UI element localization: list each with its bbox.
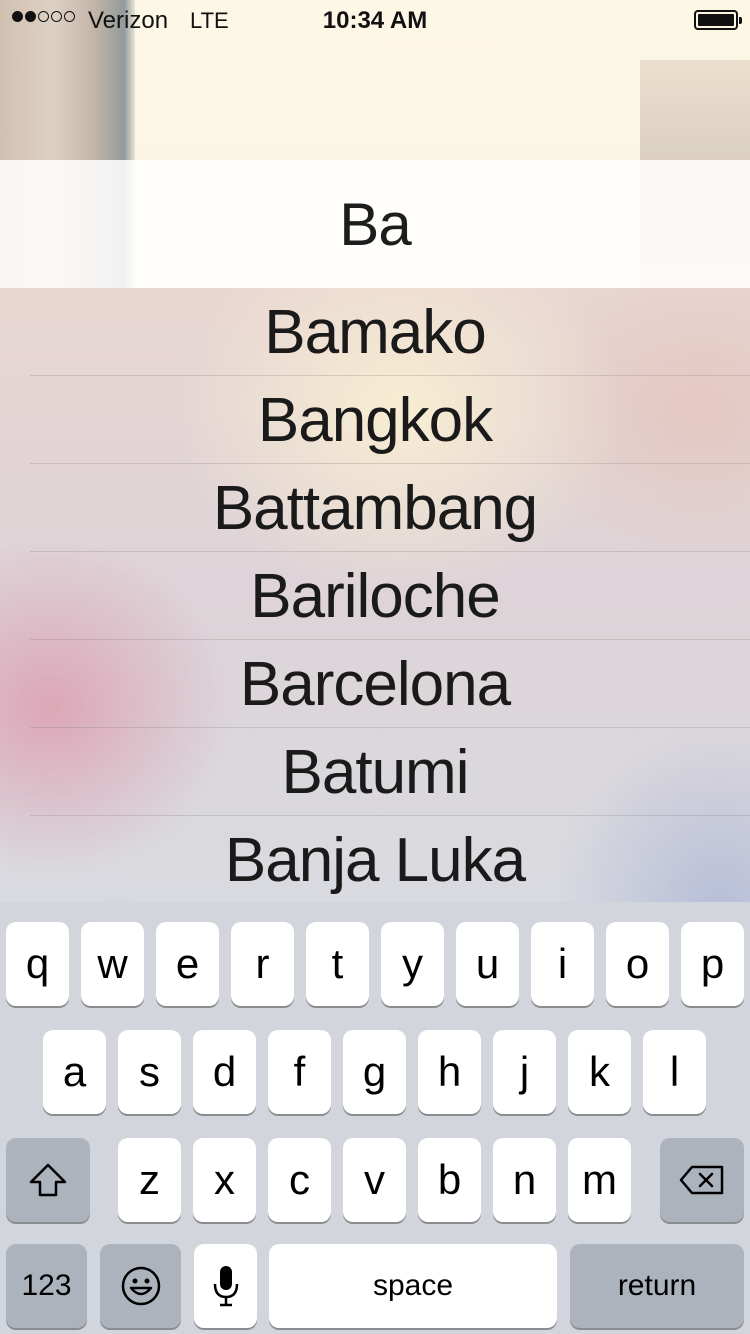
results-list: Bamako Bangkok Battambang Bariloche Barcelon…: [0, 288, 750, 903]
search-bar[interactable]: Ba: [0, 160, 750, 288]
key-k[interactable]: k: [568, 1030, 631, 1114]
battery-icon: [694, 10, 742, 30]
battery-fill: [698, 14, 734, 26]
key-v[interactable]: v: [343, 1138, 406, 1222]
return-key[interactable]: return: [570, 1244, 744, 1328]
result-item[interactable]: Bamako: [0, 288, 750, 376]
key-y[interactable]: y: [381, 922, 444, 1006]
key-s[interactable]: s: [118, 1030, 181, 1114]
result-item[interactable]: Batumi: [0, 728, 750, 816]
space-key[interactable]: space: [269, 1244, 557, 1328]
key-g[interactable]: g: [343, 1030, 406, 1114]
key-m[interactable]: m: [568, 1138, 631, 1222]
result-item[interactable]: Bariloche: [0, 552, 750, 640]
key-n[interactable]: n: [493, 1138, 556, 1222]
status-time: 10:34 AM: [322, 7, 428, 34]
result-item[interactable]: Bangkok: [0, 376, 750, 464]
key-l[interactable]: l: [643, 1030, 706, 1114]
key-w[interactable]: w: [81, 922, 144, 1006]
screen: Verizon LTE 10:34 AM Ba Bamako Bangkok Bat…: [0, 0, 750, 1334]
key-b[interactable]: b: [418, 1138, 481, 1222]
key-j[interactable]: j: [493, 1030, 556, 1114]
key-o[interactable]: o: [606, 922, 669, 1006]
key-i[interactable]: i: [531, 922, 594, 1006]
key-z[interactable]: z: [118, 1138, 181, 1222]
key-a[interactable]: a: [43, 1030, 106, 1114]
shift-key[interactable]: [6, 1138, 90, 1222]
battery-tip: [739, 17, 742, 24]
key-x[interactable]: x: [193, 1138, 256, 1222]
key-h[interactable]: h: [418, 1030, 481, 1114]
key-f[interactable]: f: [268, 1030, 331, 1114]
result-item[interactable]: Barcelona: [0, 640, 750, 728]
dictation-key[interactable]: [194, 1244, 257, 1328]
microphone-icon: [213, 1266, 238, 1307]
key-e[interactable]: e: [156, 922, 219, 1006]
key-t[interactable]: t: [306, 922, 369, 1006]
delete-key[interactable]: [660, 1138, 744, 1222]
backspace-icon: [679, 1165, 724, 1195]
emoji-icon: [121, 1266, 160, 1306]
keyboard: q w e r t y u i o p a s d f g h j k l z x c v b n m 123 space return: [0, 902, 750, 1334]
search-input[interactable]: Ba: [339, 190, 411, 259]
status-bar: Verizon LTE 10:34 AM: [0, 0, 750, 40]
numbers-key[interactable]: 123: [6, 1244, 87, 1328]
key-q[interactable]: q: [6, 922, 69, 1006]
key-p[interactable]: p: [681, 922, 744, 1006]
key-d[interactable]: d: [193, 1030, 256, 1114]
shift-icon: [29, 1163, 67, 1197]
key-u[interactable]: u: [456, 922, 519, 1006]
key-c[interactable]: c: [268, 1138, 331, 1222]
result-item[interactable]: Banja Luka: [0, 816, 750, 904]
key-r[interactable]: r: [231, 922, 294, 1006]
result-item[interactable]: Battambang: [0, 464, 750, 552]
emoji-key[interactable]: [100, 1244, 181, 1328]
